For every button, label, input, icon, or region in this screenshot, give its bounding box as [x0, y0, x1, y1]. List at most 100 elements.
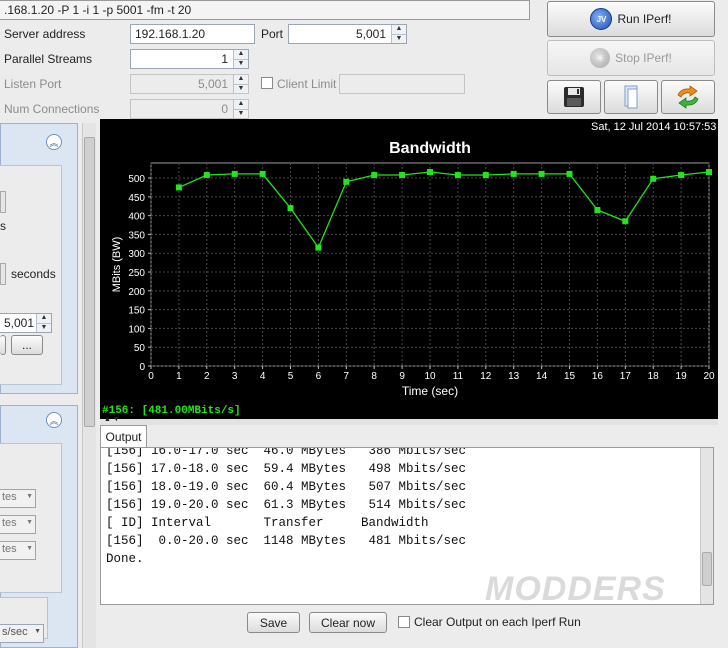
split-divider[interactable]: ▲▼ — [100, 416, 718, 425]
y-tick-label: 50 — [134, 343, 146, 354]
x-tick-label: 7 — [344, 371, 350, 382]
unit-select[interactable]: tes ▼ — [0, 541, 36, 560]
spin-up-icon[interactable]: ▲ — [234, 50, 248, 59]
spin-down-icon[interactable]: ▼ — [234, 58, 248, 69]
spin-up-icon[interactable]: ▲ — [234, 100, 248, 109]
x-tick-label: 15 — [564, 371, 576, 382]
unit-select-value: tes — [2, 543, 17, 555]
parallel-streams-input[interactable]: 1 ▲ ▼ — [130, 49, 249, 69]
output-scrollbar[interactable] — [700, 448, 713, 604]
unit-select[interactable]: tes ▼ — [0, 515, 36, 534]
num-connections-spinner[interactable]: ▲ ▼ — [233, 100, 248, 118]
spin-down-icon[interactable]: ▼ — [234, 108, 248, 119]
stop-iperf-button[interactable]: ✳ Stop IPerf! — [547, 40, 715, 76]
refresh-arrows-icon — [677, 85, 699, 109]
x-tick-label: 1 — [176, 371, 182, 382]
y-axis-label: MBits (BW) — [111, 237, 123, 293]
listen-port-value: 5,001 — [197, 77, 228, 91]
parallel-streams-spinner[interactable]: ▲ ▼ — [233, 50, 248, 68]
rate-unit-value: s/sec — [2, 626, 28, 638]
watermark-logo: MODDERS Inc — [485, 570, 713, 604]
data-point — [454, 172, 461, 179]
partial-spinner[interactable] — [0, 263, 6, 285]
data-point — [510, 170, 517, 177]
port-spinner[interactable]: ▲ ▼ — [391, 25, 406, 43]
data-point — [315, 244, 322, 251]
listen-port-input[interactable]: 5,001 ▲ ▼ — [130, 74, 249, 94]
partial-button[interactable] — [0, 335, 6, 355]
open-config-button[interactable] — [604, 80, 658, 114]
x-tick-label: 13 — [508, 371, 520, 382]
x-tick-label: 19 — [676, 371, 688, 382]
y-tick-label: 300 — [128, 249, 145, 260]
port-input[interactable]: 5,001 ▲ ▼ — [288, 24, 407, 44]
data-point — [650, 175, 657, 182]
port-value: 5,001 — [355, 27, 386, 41]
data-point — [622, 218, 629, 225]
scrollbar-thumb[interactable] — [84, 137, 95, 427]
num-connections-value: 0 — [221, 102, 228, 116]
parallel-streams-label: Parallel Streams — [4, 52, 93, 66]
port-field-spinner[interactable]: ▲ ▼ — [36, 314, 51, 332]
port-field[interactable]: 5,001 ▲ ▼ — [0, 313, 52, 333]
data-point — [427, 169, 433, 176]
spin-down-icon[interactable]: ▼ — [234, 83, 248, 94]
run-iperf-button[interactable]: JV Run IPerf! — [547, 1, 715, 37]
spin-down-icon[interactable]: ▼ — [37, 322, 51, 333]
jperf-logo-icon: JV — [590, 8, 613, 30]
command-line-display: .168.1.20 -P 1 -i 1 -p 5001 -fm -t 20 — [0, 0, 530, 20]
dropdown-icon: ▼ — [26, 493, 33, 500]
output-line: [156] 16.0-17.0 sec 46.0 MBytes 386 Mbit… — [106, 447, 467, 458]
chart-status: #156: [481.00MBits/s] — [102, 405, 241, 417]
collapse-up-icon[interactable]: ︽ — [46, 412, 62, 428]
rate-unit-select[interactable]: s/sec ▼ — [0, 624, 44, 643]
refresh-button[interactable] — [661, 80, 715, 114]
parallel-streams-value: 1 — [221, 52, 228, 66]
output-lines: [156] 16.0-17.0 sec 46.0 MBytes 386 Mbit… — [101, 447, 713, 568]
split-arrows-icon[interactable]: ▲▼ — [104, 416, 122, 423]
num-connections-input[interactable]: 0 ▲ ▼ — [130, 99, 249, 119]
clear-output-checkbox[interactable] — [398, 616, 410, 628]
browse-button[interactable]: ... — [11, 335, 43, 355]
spin-down-icon[interactable]: ▼ — [392, 33, 406, 44]
client-limit-checkbox[interactable] — [261, 77, 273, 89]
clear-output-label: Clear Output on each Iperf Run — [414, 615, 581, 629]
collapse-up-icon[interactable]: ︽ — [46, 134, 62, 150]
x-tick-label: 18 — [648, 371, 660, 382]
data-point — [371, 172, 378, 179]
run-iperf-label: Run IPerf! — [617, 12, 672, 26]
partial-spinner[interactable] — [0, 191, 6, 213]
data-point — [259, 170, 266, 177]
spin-up-icon[interactable]: ▲ — [37, 314, 51, 323]
x-tick-label: 12 — [480, 371, 492, 382]
port-field-value: 5,001 — [4, 316, 35, 330]
server-address-input[interactable]: 192.168.1.20 — [130, 24, 255, 44]
listen-port-spinner[interactable]: ▲ ▼ — [233, 75, 248, 93]
spin-up-icon[interactable]: ▲ — [234, 75, 248, 84]
dropdown-icon: ▼ — [34, 628, 41, 635]
data-point — [594, 206, 601, 213]
stop-iperf-label: Stop IPerf! — [615, 51, 672, 65]
data-point — [678, 172, 685, 179]
data-point — [399, 172, 406, 179]
output-text-area[interactable]: [156] 16.0-17.0 sec 46.0 MBytes 386 Mbit… — [100, 447, 714, 605]
save-config-button[interactable] — [547, 80, 601, 114]
data-point — [287, 205, 294, 212]
unit-select[interactable]: tes ▼ — [0, 489, 36, 508]
left-panel-scrollbar[interactable] — [82, 123, 96, 648]
x-tick-label: 8 — [371, 371, 377, 382]
clear-now-button[interactable]: Clear now — [309, 612, 387, 633]
data-point — [175, 184, 182, 191]
data-point — [566, 170, 573, 177]
client-limit-label: Client Limit — [277, 77, 337, 91]
output-line: [156] 17.0-18.0 sec 59.4 MBytes 498 Mbit… — [106, 462, 467, 476]
chart-title: Bandwidth — [389, 140, 471, 157]
port-label: Port — [261, 27, 284, 41]
x-tick-label: 3 — [232, 371, 238, 382]
tab-output[interactable]: Output — [100, 425, 147, 447]
client-limit-input[interactable] — [339, 74, 465, 94]
scrollbar-thumb[interactable] — [702, 552, 712, 586]
spin-up-icon[interactable]: ▲ — [392, 25, 406, 34]
dropdown-icon: ▼ — [26, 519, 33, 526]
save-output-button[interactable]: Save — [247, 612, 300, 633]
